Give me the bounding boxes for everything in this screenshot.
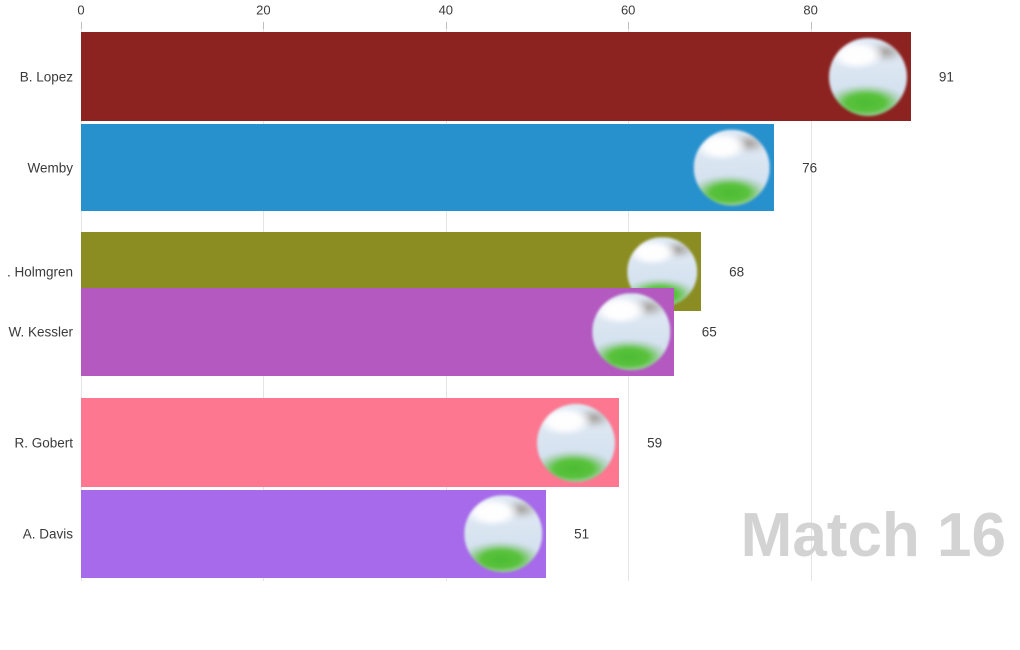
category-label: R. Gobert xyxy=(14,435,73,450)
category-label: B. Lopez xyxy=(19,69,73,84)
bar-value-label: 91 xyxy=(938,69,954,84)
axis-tick-label: 60 xyxy=(620,2,636,18)
bar[interactable] xyxy=(81,288,674,376)
category-label: . Holmgren xyxy=(6,264,73,279)
period-watermark: Match 16 xyxy=(740,501,1006,570)
axis-tick-mark xyxy=(445,22,447,29)
player-avatar xyxy=(537,403,616,482)
axis-tick-mark xyxy=(81,22,82,29)
bar-value-label: 59 xyxy=(647,435,663,450)
bar-value-label: 65 xyxy=(701,324,717,340)
bar-value-label: 51 xyxy=(574,526,590,542)
player-avatar xyxy=(828,37,907,116)
axis-tick-label: 20 xyxy=(256,2,271,18)
chart-plot-area: 0 20 40 60 80 B. Lopez 91 Wemby 76 . Holmgren 68 W… xyxy=(0,0,1020,588)
bar-chart-race: 0 20 40 60 80 B. Lopez 91 Wemby 76 . Holmgren 68 W… xyxy=(0,0,1020,650)
bar[interactable] xyxy=(81,124,775,211)
bar-row[interactable]: R. Gobert 59 xyxy=(0,398,1020,487)
bar-row[interactable]: B. Lopez 91 xyxy=(0,32,1020,121)
bar-value-label: 76 xyxy=(802,160,818,175)
axis-tick-mark xyxy=(810,22,812,29)
axis-tick-label: 0 xyxy=(77,2,85,18)
bar[interactable] xyxy=(81,32,911,121)
category-label: W. Kessler xyxy=(8,324,73,340)
axis-tick-label: 40 xyxy=(438,2,454,18)
axis-tick-mark xyxy=(263,22,265,29)
bar-value-label: 68 xyxy=(729,264,745,279)
player-avatar xyxy=(693,129,771,206)
bar-row[interactable]: Wemby 76 xyxy=(0,124,1020,211)
axis-tick-mark xyxy=(628,22,630,29)
playback-controls: Match 1Match 4Match 7Match 10Match 13Mat… xyxy=(0,588,1020,650)
category-label: Wemby xyxy=(27,160,73,175)
bar-row[interactable]: W. Kessler 65 xyxy=(0,288,1020,376)
category-label: A. Davis xyxy=(22,526,73,542)
axis-tick-label: 80 xyxy=(803,2,818,18)
